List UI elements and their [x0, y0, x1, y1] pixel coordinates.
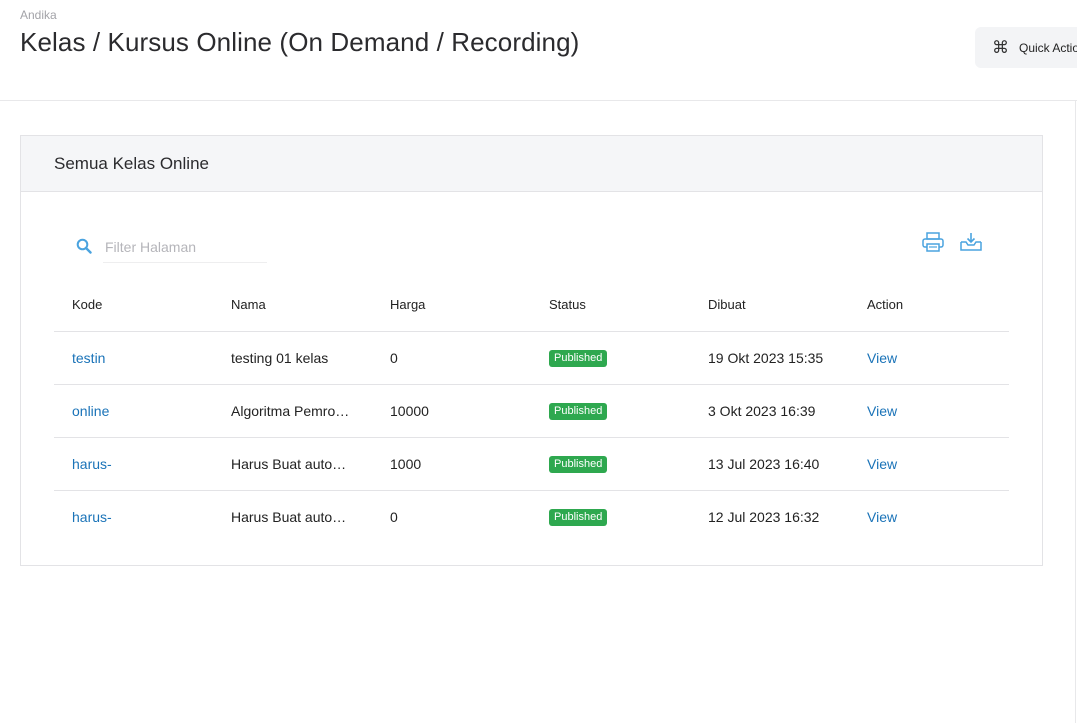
courses-table: Kode Nama Harga Status Dibuat Action tes… [54, 278, 1009, 543]
row-kode-link[interactable]: online [72, 403, 109, 419]
header-action: Action [849, 278, 1009, 332]
status-badge: Published [549, 509, 608, 527]
header-status[interactable]: Status [531, 278, 690, 332]
table-row: harus- Harus Buat automatis 0 Published … [54, 490, 1009, 543]
status-badge: Published [549, 456, 608, 473]
status-badge: Published [549, 350, 608, 367]
row-harga: 1000 [372, 437, 531, 491]
row-dibuat: 13 Jul 2023 16:40 [690, 437, 849, 491]
table-tools [921, 230, 983, 254]
print-icon[interactable] [921, 230, 945, 254]
row-kode-link[interactable]: harus- [72, 509, 112, 525]
row-nama: Algoritma Pemrograman [231, 403, 355, 420]
breadcrumb[interactable]: Andika [20, 8, 57, 22]
page: Andika Kelas / Kursus Online (On Demand … [0, 0, 1077, 723]
view-link[interactable]: View [867, 509, 897, 525]
table-row: online Algoritma Pemrograman 10000 Publi… [54, 384, 1009, 438]
header-dibuat[interactable]: Dibuat [690, 278, 849, 332]
page-title: Kelas / Kursus Online (On Demand / Recor… [20, 27, 580, 57]
courses-card: Semua Kelas Online Filter Halaman Kode N… [20, 135, 1043, 566]
row-dibuat: 12 Jul 2023 16:32 [708, 508, 820, 525]
header-harga[interactable]: Harga [372, 278, 531, 332]
row-harga: 10000 [372, 384, 531, 438]
page-header: Andika Kelas / Kursus Online (On Demand … [0, 0, 1077, 101]
search-bar [74, 228, 267, 263]
table-row: harus- Harus Buat automatis 1000 Publish… [54, 437, 1009, 491]
row-kode-link[interactable]: testin [72, 350, 105, 366]
header-nama[interactable]: Nama [213, 278, 372, 332]
row-nama: Harus Buat automatis [231, 456, 355, 473]
download-icon[interactable] [959, 230, 983, 254]
card-title: Semua Kelas Online [21, 136, 1042, 192]
quick-actions-button[interactable]: ⌘ Quick Actions [975, 27, 1077, 68]
header-kode[interactable]: Kode [54, 278, 213, 332]
status-badge: Published [549, 403, 608, 420]
row-harga: 0 [372, 331, 531, 385]
search-input[interactable] [103, 232, 267, 263]
row-dibuat: 19 Okt 2023 15:35 [690, 331, 849, 385]
view-link[interactable]: View [867, 456, 897, 472]
row-dibuat: 3 Okt 2023 16:39 [690, 384, 849, 438]
row-nama: testing 01 kelas [231, 350, 329, 367]
view-link[interactable]: View [867, 403, 897, 419]
row-kode-link[interactable]: harus- [72, 456, 112, 472]
quick-actions-label: Quick Actions [1019, 40, 1077, 55]
right-divider [1075, 101, 1076, 723]
search-icon [74, 236, 94, 256]
command-icon: ⌘ [992, 38, 1009, 57]
view-link[interactable]: View [867, 350, 897, 366]
row-harga: 0 [390, 508, 398, 525]
table-row: testin testing 01 kelas 0 Published 19 O… [54, 331, 1009, 385]
row-nama: Harus Buat automatis [231, 509, 355, 526]
table-header-row: Kode Nama Harga Status Dibuat Action [54, 278, 1009, 332]
